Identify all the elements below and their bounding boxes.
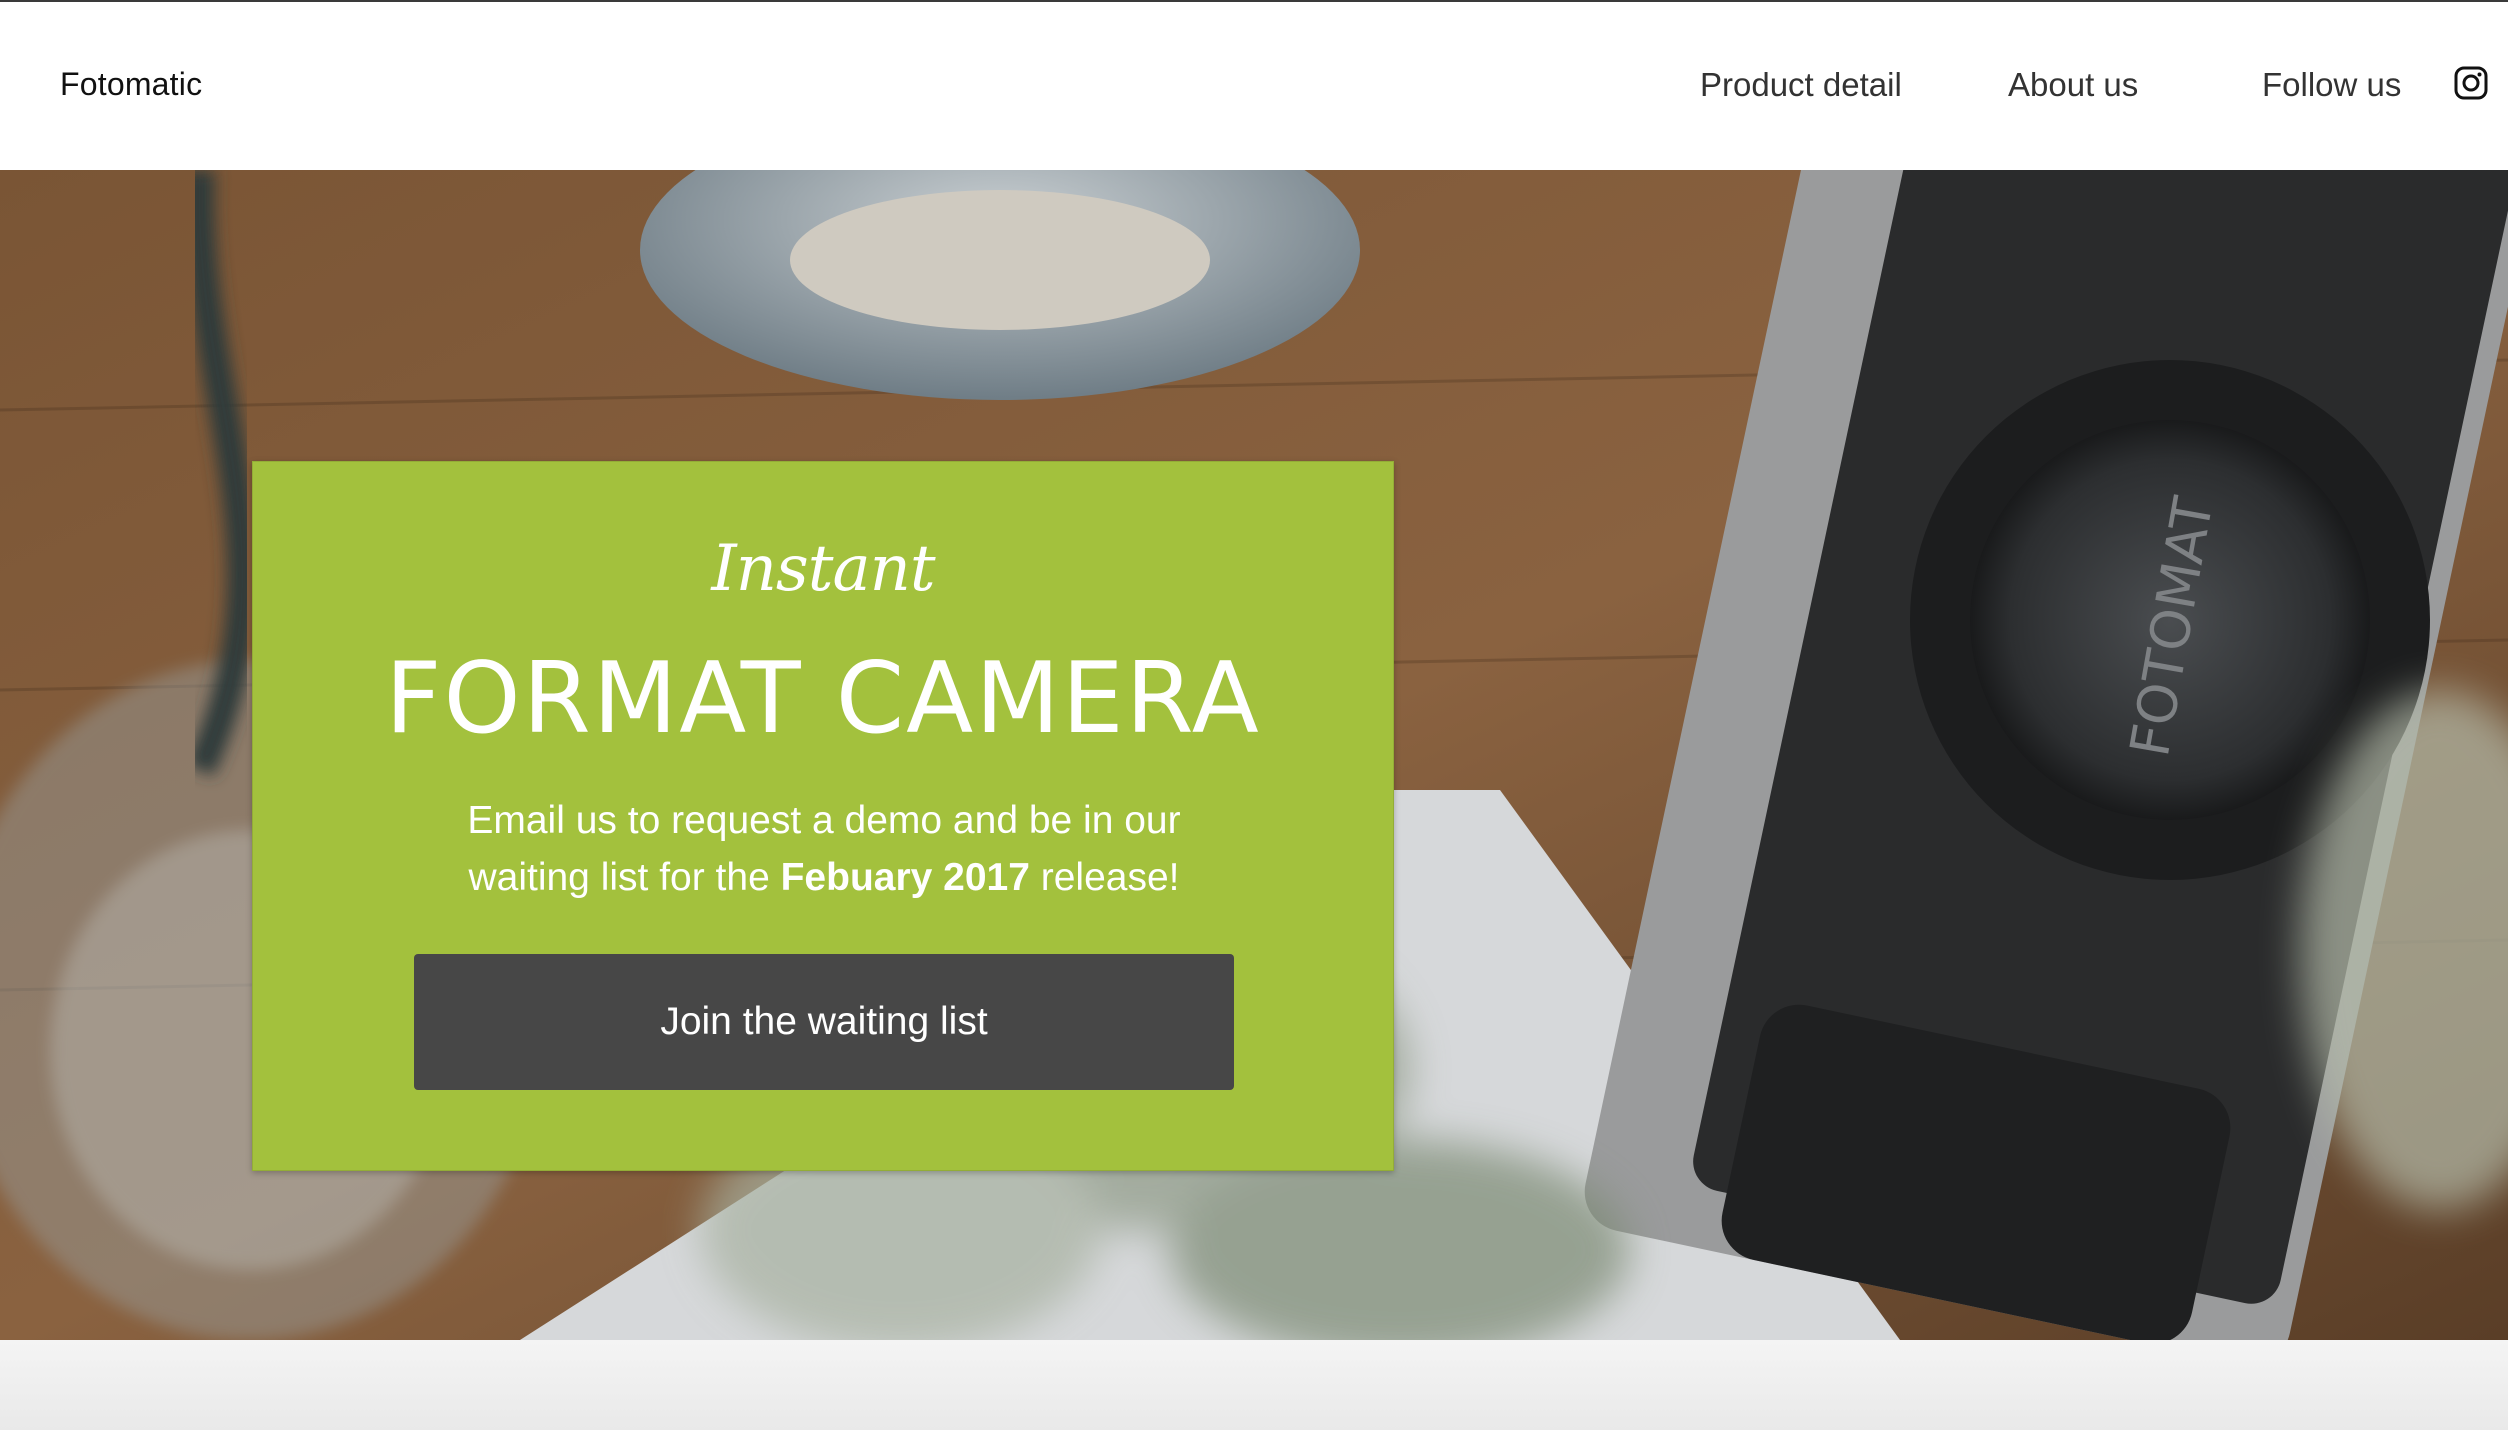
card-text-line1: Email us to request a demo and be in our: [467, 799, 1181, 842]
page: Fotomatic Product detail About us Follow…: [0, 0, 2516, 1430]
card-title: FORMAT CAMERA: [385, 642, 1261, 756]
card-description: Email us to request a demo and be in our…: [423, 792, 1225, 906]
brand-logo[interactable]: Fotomatic: [60, 66, 202, 103]
hero-section: FOTOMAT Instant FORMAT CAMERA Email us t…: [0, 170, 2508, 1340]
site-header: Fotomatic Product detail About us Follow…: [0, 0, 2508, 170]
card-script-title: Instant: [711, 532, 935, 606]
card-text-line2-pre: waiting list for the: [468, 856, 781, 899]
promo-card: Instant FORMAT CAMERA Email us to reques…: [252, 461, 1394, 1171]
next-section-edge: [0, 1340, 2508, 1430]
nav-product-detail[interactable]: Product detail: [1700, 66, 1902, 104]
scrollbar-gutter: [2508, 0, 2516, 1430]
join-waiting-list-button[interactable]: Join the waiting list: [414, 954, 1234, 1090]
card-text-release-date: Febuary 2017: [780, 856, 1030, 899]
nav-about-us[interactable]: About us: [2008, 66, 2138, 104]
card-text-line2-post: release!: [1029, 856, 1180, 899]
nav-follow-us[interactable]: Follow us: [2262, 66, 2401, 104]
instagram-icon[interactable]: [2454, 66, 2488, 100]
